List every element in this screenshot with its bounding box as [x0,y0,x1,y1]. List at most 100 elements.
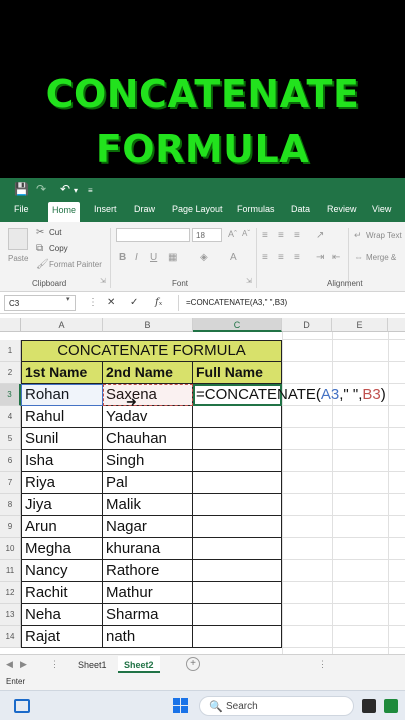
italic-icon[interactable]: I [135,252,138,263]
undo-dropdown-icon[interactable]: ▾ [74,184,78,198]
bold-icon[interactable]: B [119,252,126,263]
table-cell[interactable]: Riya [21,472,103,494]
table-cell[interactable]: Pal [103,472,193,494]
paste-icon[interactable] [8,228,28,250]
row-header[interactable]: 13 [0,604,21,626]
row-header[interactable]: 4 [0,406,21,428]
indent-icon[interactable]: ⇥ [316,252,324,263]
sheet-options-icon[interactable]: ⋮ [318,659,327,670]
column-header-d[interactable]: D [282,318,332,332]
tab-formulas[interactable]: Formulas [237,204,275,214]
table-cell[interactable]: khurana [103,538,193,560]
taskbar-search-box[interactable]: 🔍 Search [199,696,354,716]
merge-button[interactable]: Merge & [366,253,396,262]
borders-icon[interactable]: ▦ [168,252,177,263]
column-header-next[interactable] [388,318,405,332]
insert-function-icon[interactable]: fₓ [155,297,162,308]
table-cell[interactable] [193,472,282,494]
table-cell[interactable] [193,406,282,428]
row-header[interactable]: 6 [0,450,21,472]
wrap-text-button[interactable]: Wrap Text [366,231,402,240]
format-painter-icon[interactable]: 🖌 [36,259,49,270]
undo-icon[interactable]: ↶ [60,182,70,196]
header-cell-a2[interactable]: 1st Name [21,362,103,384]
row-header[interactable]: 2 [0,362,21,384]
taskbar-excel-icon[interactable] [384,699,398,713]
cell-c3-formula[interactable]: =CONCATENATE(A3," ",B3) [196,386,386,403]
table-cell[interactable] [193,582,282,604]
taskbar-app-icon[interactable] [362,699,376,713]
align-top-icon[interactable]: ≡ [262,230,268,241]
table-cell[interactable]: Jiya [21,494,103,516]
windows-start-icon[interactable] [173,698,189,714]
align-middle-icon[interactable]: ≡ [278,230,284,241]
table-cell[interactable] [193,516,282,538]
column-header-e[interactable]: E [332,318,388,332]
table-cell[interactable] [193,626,282,648]
column-header-a[interactable]: A [21,318,103,332]
tab-review[interactable]: Review [327,204,357,214]
table-cell[interactable]: Rajat [21,626,103,648]
widgets-icon[interactable] [14,699,30,713]
table-cell[interactable]: Isha [21,450,103,472]
table-cell[interactable]: Chauhan [103,428,193,450]
copy-button[interactable]: Copy [49,244,68,253]
title-cell-a1[interactable]: CONCATENATE FORMULA [21,340,282,362]
tab-page-layout[interactable]: Page Layout [172,204,223,214]
tab-view[interactable]: View [372,204,391,214]
row-header[interactable]: 3 [0,384,21,406]
merge-icon[interactable]: ⇔ [354,252,363,262]
table-cell[interactable]: Rahul [21,406,103,428]
tab-insert[interactable]: Insert [94,204,117,214]
row-header[interactable]: 10 [0,538,21,560]
format-painter-button[interactable]: Format Painter [49,260,102,269]
table-cell[interactable] [193,604,282,626]
row-header[interactable]: 12 [0,582,21,604]
table-cell[interactable]: Megha [21,538,103,560]
row-header[interactable]: 11 [0,560,21,582]
tab-file[interactable]: File [14,204,29,214]
decrease-font-icon[interactable]: Aˇ [242,229,250,238]
font-name-select[interactable] [116,228,190,242]
sheet-prev-icon[interactable]: ◀ [6,659,13,670]
font-color-icon[interactable]: A [230,252,237,263]
tab-data[interactable]: Data [291,204,310,214]
table-cell[interactable]: Yadav [103,406,193,428]
table-cell[interactable]: Rachit [21,582,103,604]
redo-icon[interactable]: ↷ [36,182,46,196]
table-cell[interactable] [193,428,282,450]
header-cell-c2[interactable]: Full Name [193,362,282,384]
select-all-corner[interactable] [0,318,21,332]
customize-toolbar-icon[interactable]: ≡ [88,184,93,198]
header-cell-b2[interactable]: 2nd Name [103,362,193,384]
table-cell[interactable] [193,560,282,582]
table-cell[interactable]: Singh [103,450,193,472]
row-header[interactable]: 8 [0,494,21,516]
table-cell[interactable]: Neha [21,604,103,626]
table-cell[interactable] [193,538,282,560]
table-cell[interactable] [193,450,282,472]
row-header[interactable]: 9 [0,516,21,538]
chevron-down-icon[interactable]: ▾ [66,295,70,303]
add-sheet-icon[interactable]: + [186,657,200,671]
orientation-icon[interactable]: ↗ [316,230,324,241]
enter-icon[interactable]: ✓ [130,297,138,308]
table-cell[interactable]: Rathore [103,560,193,582]
sheet-more-icon[interactable]: ⋮ [50,659,59,670]
outdent-icon[interactable]: ⇤ [332,252,340,263]
table-cell[interactable]: Arun [21,516,103,538]
table-cell[interactable]: Mathur [103,582,193,604]
align-left-icon[interactable]: ≡ [262,252,268,263]
cut-icon[interactable]: ✂ [36,227,44,238]
cancel-icon[interactable]: ✕ [107,297,115,308]
row-header[interactable]: 5 [0,428,21,450]
wrap-text-icon[interactable]: ↵ [354,230,362,241]
align-right-icon[interactable]: ≡ [294,252,300,263]
table-cell[interactable]: Sunil [21,428,103,450]
sheet-next-icon[interactable]: ▶ [20,659,27,670]
column-header-b[interactable]: B [103,318,193,332]
clipboard-launcher-icon[interactable]: ⇲ [100,277,106,285]
copy-icon[interactable]: ⧉ [36,243,43,254]
row-header[interactable]: 1 [0,340,21,362]
sheet-tab-sheet2[interactable]: Sheet2 [118,656,160,673]
